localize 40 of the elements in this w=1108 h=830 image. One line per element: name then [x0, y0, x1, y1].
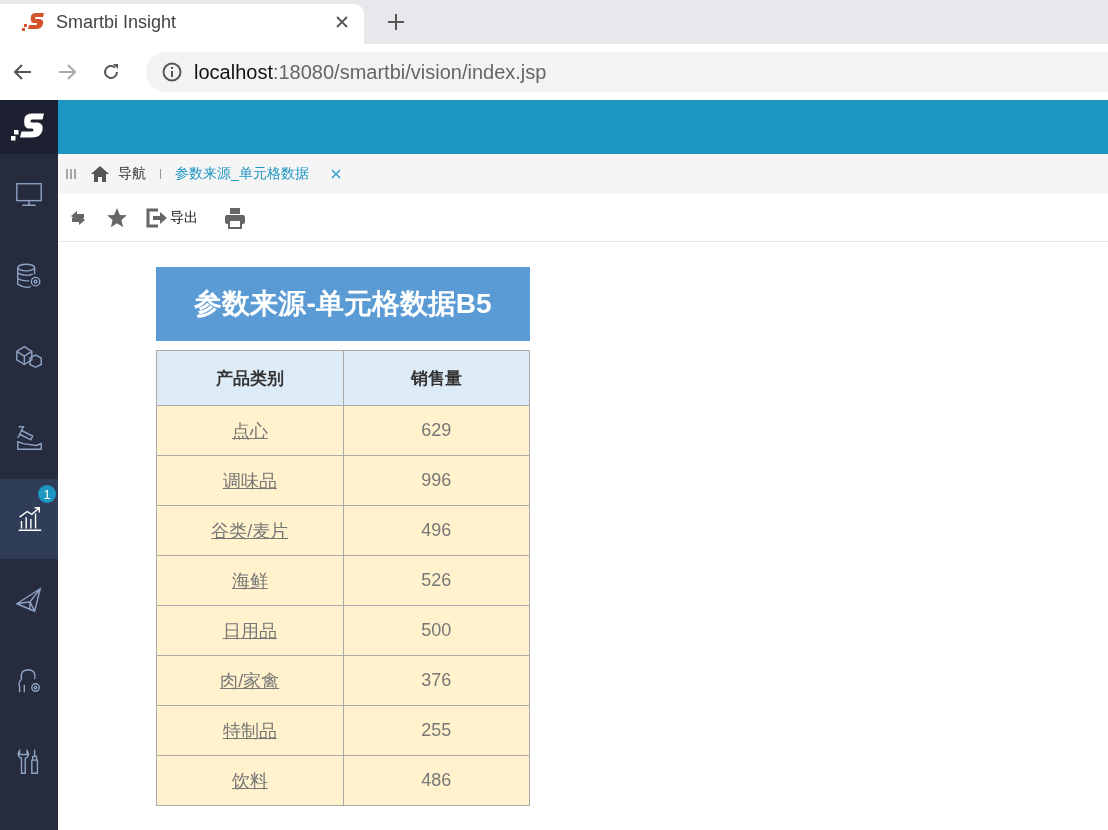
print-icon[interactable]: [224, 206, 246, 229]
close-icon[interactable]: [336, 16, 348, 28]
table-cell: 255: [343, 705, 530, 756]
table-cell: 996: [343, 455, 530, 506]
table-cell: 500: [343, 605, 530, 656]
address-bar[interactable]: localhost:18080/smartbi/vision/index.jsp: [146, 52, 1108, 92]
table-cell: 376: [343, 655, 530, 706]
page-tab[interactable]: 参数来源_单元格数据: [175, 165, 341, 183]
paper-plane-icon: [14, 585, 44, 615]
category-link[interactable]: 点心: [231, 420, 268, 441]
export-button[interactable]: 导出: [146, 207, 198, 228]
category-link[interactable]: 谷类/麦片: [211, 520, 289, 541]
table-cell: 526: [343, 555, 530, 606]
browser-tab[interactable]: Smartbi Insight: [0, 4, 364, 44]
report-title: 参数来源-单元格数据B5: [156, 267, 530, 341]
reload-icon[interactable]: [102, 63, 120, 81]
column-header: 产品类别: [156, 350, 343, 406]
logo-icon: [22, 12, 46, 32]
category-link[interactable]: 调味品: [222, 470, 277, 491]
url-text: localhost:18080/smartbi/vision/index.jsp: [194, 60, 547, 84]
table-cell: 486: [343, 755, 530, 806]
new-tab-icon[interactable]: [388, 14, 404, 30]
info-icon: [162, 62, 182, 82]
sidebar-item[interactable]: 1: [0, 479, 58, 559]
column-header: 销售量: [343, 350, 530, 406]
page-tab[interactable]: 导航: [90, 165, 146, 183]
table-cell: 629: [343, 405, 530, 456]
category-link[interactable]: 日用品: [222, 620, 277, 641]
hammer-icon: [14, 423, 44, 453]
category-link[interactable]: 特制品: [222, 720, 277, 741]
close-icon[interactable]: [330, 169, 341, 179]
home-icon: [90, 165, 110, 183]
category-link[interactable]: 肉/家禽: [220, 670, 280, 691]
table-cell: 496: [343, 505, 530, 556]
category-link[interactable]: 饮料: [231, 770, 268, 791]
back-icon[interactable]: [14, 64, 32, 80]
category-link[interactable]: 海鲜: [231, 570, 268, 591]
star-icon[interactable]: [106, 206, 128, 229]
notification-badge: 1: [38, 485, 56, 503]
tab-title: Smartbi Insight: [56, 11, 178, 33]
